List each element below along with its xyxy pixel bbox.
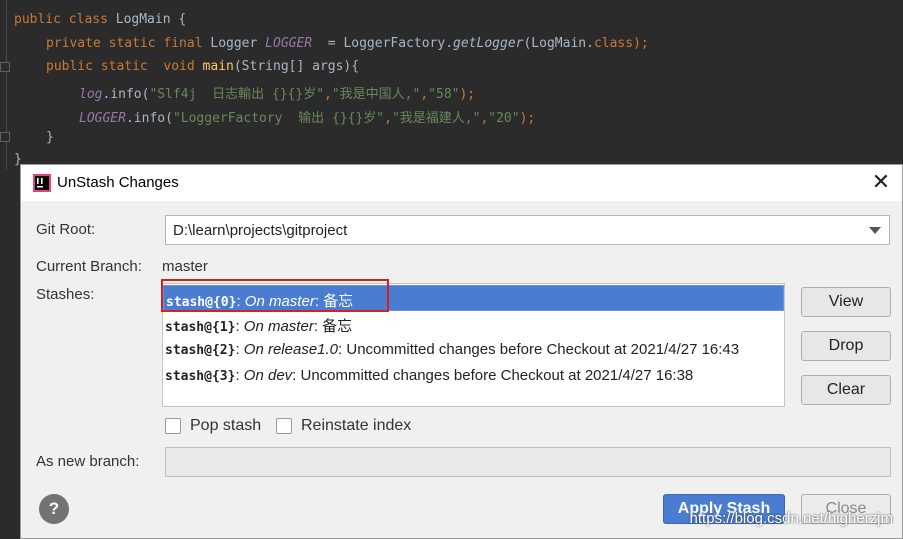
code-line-logger-call: LOGGER.info("LoggerFactory 输出 {}{}岁","我是… (79, 107, 535, 126)
reinstate-index-checkbox[interactable] (276, 418, 292, 434)
code-var: log (79, 87, 103, 102)
stash-sep: : (235, 341, 244, 358)
unstash-dialog: UnStash Changes ✕ Git Root: D:\learn\pro… (20, 164, 903, 539)
intellij-icon (33, 174, 51, 192)
stash-branch: On master (244, 293, 315, 310)
code-text: ); (633, 36, 649, 51)
gutter-guide (6, 0, 7, 170)
apply-stash-button[interactable]: Apply Stash (663, 494, 785, 524)
chevron-down-icon (869, 227, 881, 234)
code-line-close-inner: } (46, 130, 54, 145)
code-line-log: log.info("Slf4j 日志輸出 {}{}岁","我是中国人,","58… (79, 83, 475, 102)
stash-list-item[interactable]: stash@{0}: On master: 备忘 (163, 285, 784, 311)
code-text: , (384, 111, 392, 126)
reinstate-index-label[interactable]: Reinstate index (301, 417, 411, 435)
fold-marker-icon[interactable] (0, 132, 10, 142)
code-method: getLogger (453, 36, 524, 51)
code-text: , (420, 87, 429, 102)
stash-id: stash@{3} (165, 369, 236, 384)
code-string: "20" (488, 111, 520, 126)
current-branch-value: master (162, 258, 208, 275)
code-text: (String[] args){ (233, 59, 360, 74)
pop-stash-checkbox[interactable] (165, 418, 181, 434)
stash-message: : Uncommitted changes before Checkout at… (338, 341, 740, 358)
code-string: "我是福建人," (391, 111, 481, 126)
dialog-titlebar[interactable]: UnStash Changes ✕ (21, 165, 902, 201)
close-icon[interactable]: ✕ (870, 171, 892, 193)
code-text: .info( (125, 111, 173, 126)
stash-sep: : (235, 318, 244, 335)
new-branch-label: As new branch: (36, 453, 140, 470)
drop-button[interactable]: Drop (801, 331, 891, 361)
code-text: (LogMain. (523, 36, 594, 51)
code-keyword: public static void (46, 59, 203, 74)
stash-sep: : (235, 367, 244, 384)
stash-list[interactable]: stash@{0}: On master: 备忘 stash@{1}: On m… (162, 283, 785, 407)
code-string: "Slf4j 日志輸出 {}{}岁" (149, 87, 325, 102)
code-type: Logger (210, 36, 266, 51)
stash-branch: On release1.0 (243, 341, 339, 358)
code-keyword: class (593, 36, 634, 51)
git-root-label: Git Root: (36, 221, 96, 238)
code-keyword: public class (14, 12, 116, 27)
stash-id: stash@{1} (165, 320, 236, 335)
code-line-logger: private static final Logger LOGGER = Log… (46, 36, 649, 51)
stash-list-item[interactable]: stash@{3}: On dev: Uncommitted changes b… (163, 363, 784, 389)
stash-id: stash@{2} (165, 343, 236, 358)
fold-marker-icon[interactable] (0, 62, 10, 72)
git-root-value: D:\learn\projects\gitproject (173, 222, 348, 239)
code-text: , (324, 87, 332, 102)
stash-message: : 备忘 (314, 293, 354, 310)
code-method: main (202, 59, 234, 74)
code-class-name: LogMain { (115, 12, 187, 27)
clear-button[interactable]: Clear (801, 375, 891, 405)
code-string: "LoggerFactory 输出 {}{}岁" (172, 111, 385, 126)
dialog-title: UnStash Changes (57, 174, 179, 191)
code-text: ); (459, 87, 476, 102)
code-text: .info( (102, 87, 150, 102)
code-editor[interactable]: public class LogMain { private static fi… (0, 0, 903, 170)
current-branch-label: Current Branch: (36, 258, 142, 275)
stash-branch: On master (243, 318, 314, 335)
view-button[interactable]: View (801, 287, 891, 317)
help-button[interactable]: ? (39, 494, 69, 524)
stashes-label: Stashes: (36, 286, 95, 303)
stash-branch: On dev (243, 367, 293, 384)
code-text: = LoggerFactory. (312, 36, 454, 51)
code-line-main: public static void main(String[] args){ (46, 59, 359, 74)
close-button[interactable]: Close (801, 494, 891, 524)
code-text: ); (519, 111, 536, 126)
stash-list-item[interactable]: stash@{1}: On master: 备忘 (163, 311, 784, 337)
stash-message: : Uncommitted changes before Checkout at… (292, 367, 694, 384)
new-branch-input[interactable] (165, 447, 891, 477)
code-line-class: public class LogMain { (14, 12, 186, 27)
git-root-select[interactable]: D:\learn\projects\gitproject (165, 215, 890, 245)
code-keyword: private static final (46, 36, 211, 51)
code-string: "我是中国人," (331, 87, 421, 102)
stash-message: : 备忘 (313, 318, 353, 335)
stash-list-item[interactable]: stash@{2}: On release1.0: Uncommitted ch… (163, 337, 784, 363)
code-const: LOGGER (265, 36, 313, 51)
stash-id: stash@{0} (166, 295, 237, 310)
code-var: LOGGER (79, 111, 126, 126)
code-string: "58" (428, 87, 460, 102)
pop-stash-label[interactable]: Pop stash (190, 417, 261, 435)
stash-sep: : (236, 293, 245, 310)
